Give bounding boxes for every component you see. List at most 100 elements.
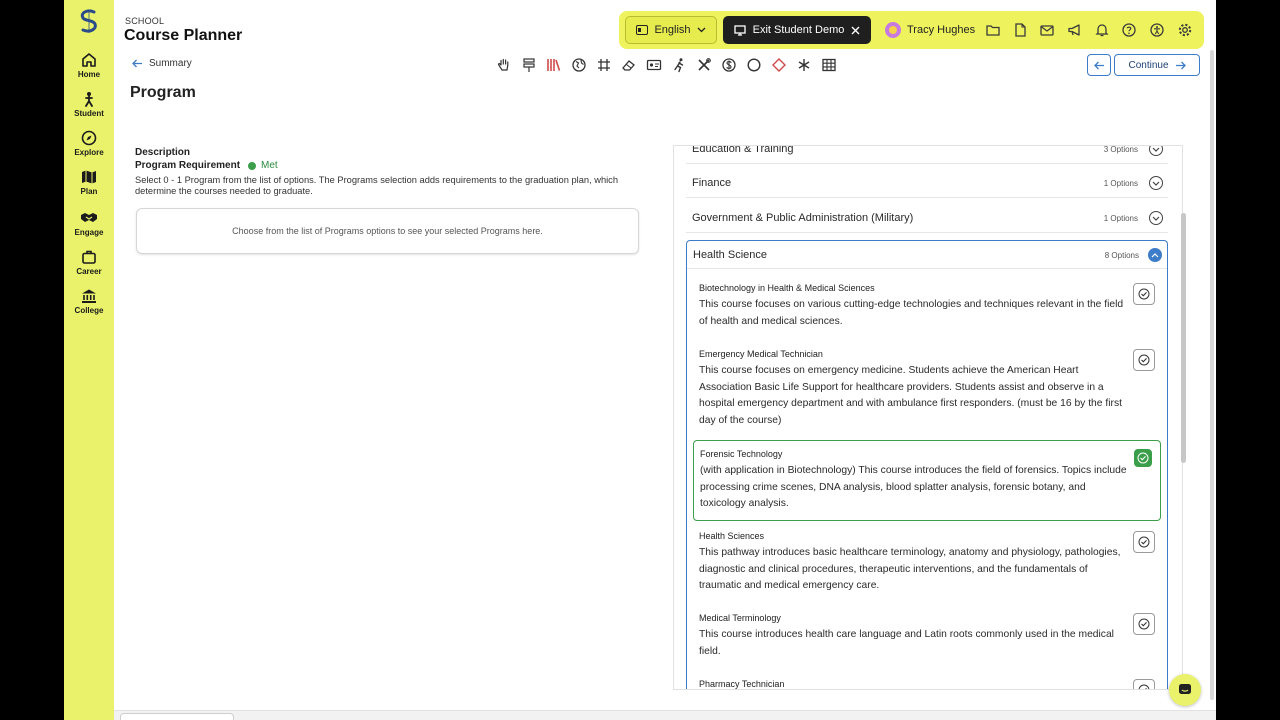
sidebar-item-plan[interactable]: Plan bbox=[64, 169, 114, 207]
sidebar-item-label: Career bbox=[76, 267, 102, 276]
sidebar-item-label: Engage bbox=[74, 228, 104, 237]
folder-icon[interactable] bbox=[985, 22, 1001, 38]
program-options-list[interactable]: Education & Training 3 Options Finance 1… bbox=[673, 145, 1183, 690]
bottom-tab[interactable] bbox=[120, 713, 234, 720]
chat-button[interactable] bbox=[1169, 674, 1201, 706]
institution-icon bbox=[82, 289, 96, 303]
category-finance[interactable]: Finance 1 Options bbox=[686, 168, 1168, 198]
select-option-button[interactable] bbox=[1133, 349, 1155, 371]
exit-student-demo-button[interactable]: Exit Student Demo bbox=[723, 16, 871, 44]
chevron-down-icon[interactable] bbox=[1149, 146, 1163, 156]
home-icon bbox=[82, 53, 96, 67]
arrow-left-icon bbox=[1093, 61, 1104, 69]
option-title: Forensic Technology bbox=[700, 449, 783, 459]
accessibility-icon[interactable] bbox=[1149, 22, 1165, 38]
category-education-training[interactable]: Education & Training 3 Options bbox=[686, 145, 1168, 164]
category-count: 1 Options bbox=[1103, 214, 1138, 223]
chat-icon bbox=[1179, 684, 1191, 694]
page-title: Program bbox=[130, 84, 196, 101]
gear-icon[interactable] bbox=[1177, 22, 1193, 38]
courses-icon[interactable] bbox=[521, 57, 537, 73]
category-government[interactable]: Government & Public Administration (Mili… bbox=[686, 203, 1168, 233]
selected-programs-box: Choose from the list of Programs options… bbox=[136, 208, 639, 254]
app-title: Course Planner bbox=[124, 27, 243, 44]
section-toolbar bbox=[496, 57, 837, 75]
list-item: Biotechnology in Health & Medical Scienc… bbox=[693, 275, 1161, 337]
select-option-button[interactable] bbox=[1133, 283, 1155, 305]
running-icon[interactable] bbox=[671, 57, 687, 73]
document-icon[interactable] bbox=[1012, 22, 1028, 38]
sidebar-item-engage[interactable]: Engage bbox=[64, 210, 114, 248]
language-select[interactable]: English bbox=[625, 16, 717, 44]
circle-icon[interactable] bbox=[746, 57, 762, 73]
arrow-left-icon bbox=[132, 59, 142, 68]
continue-button[interactable]: Continue bbox=[1114, 54, 1200, 76]
continue-label: Continue bbox=[1128, 59, 1169, 71]
course-planner-app: Home Student Explore Plan Engage Career … bbox=[64, 0, 1216, 720]
check-circle-icon bbox=[1138, 354, 1150, 366]
id-card-icon[interactable] bbox=[646, 57, 662, 73]
student-icon bbox=[85, 92, 93, 107]
diamond-icon[interactable] bbox=[771, 57, 787, 73]
screen-border-left bbox=[0, 0, 64, 720]
dollar-icon[interactable] bbox=[721, 57, 737, 73]
bell-icon[interactable] bbox=[1094, 22, 1110, 38]
sidebar-item-student[interactable]: Student bbox=[64, 91, 114, 129]
list-item: Emergency Medical Technician This course… bbox=[693, 341, 1161, 435]
category-count: 1 Options bbox=[1103, 179, 1138, 188]
tools-icon[interactable] bbox=[696, 57, 712, 73]
eraser-icon[interactable] bbox=[621, 57, 637, 73]
list-item-selected: Forensic Technology (with application in… bbox=[693, 440, 1161, 521]
sidebar-item-career[interactable]: Career bbox=[64, 249, 114, 287]
check-circle-icon bbox=[1138, 684, 1150, 689]
select-option-button[interactable] bbox=[1133, 679, 1155, 689]
close-icon bbox=[851, 26, 860, 34]
requirement-label: Program Requirement bbox=[135, 160, 241, 171]
sidebar-item-home[interactable]: Home bbox=[64, 52, 114, 90]
option-title: Medical Terminology bbox=[699, 613, 781, 623]
chevron-down-icon bbox=[697, 27, 705, 33]
check-circle-icon bbox=[1138, 618, 1150, 630]
globe-icon[interactable] bbox=[571, 57, 587, 73]
category-name: Education & Training bbox=[692, 145, 794, 155]
category-count: 8 Options bbox=[1104, 251, 1139, 260]
check-circle-icon bbox=[1137, 452, 1149, 464]
translate-icon bbox=[636, 25, 649, 35]
hand-icon[interactable] bbox=[496, 57, 512, 73]
handshake-icon bbox=[81, 213, 97, 222]
list-scrollbar[interactable] bbox=[1181, 213, 1186, 463]
back-to-summary-link[interactable]: Summary bbox=[132, 58, 192, 69]
sidebar-item-explore[interactable]: Explore bbox=[64, 130, 114, 168]
sidebar-item-label: College bbox=[74, 306, 104, 315]
help-icon[interactable] bbox=[1121, 22, 1137, 38]
page-scrollbar[interactable] bbox=[1210, 50, 1214, 700]
chevron-down-icon[interactable] bbox=[1149, 176, 1163, 190]
category-header[interactable]: Health Science 8 Options bbox=[687, 241, 1167, 269]
list-item: Health Sciences This pathway introduces … bbox=[693, 523, 1161, 603]
megaphone-icon[interactable] bbox=[1067, 22, 1083, 38]
check-circle-icon bbox=[1138, 536, 1150, 548]
asterisk-icon[interactable] bbox=[796, 57, 812, 73]
option-description: (with application in Biotechnology) This… bbox=[700, 465, 1127, 509]
table-icon[interactable] bbox=[821, 57, 837, 73]
select-option-button[interactable] bbox=[1133, 613, 1155, 635]
sidebar-item-college[interactable]: College bbox=[64, 288, 114, 326]
sidebar-item-label: Plan bbox=[80, 187, 98, 196]
selected-option-button[interactable] bbox=[1134, 449, 1152, 467]
language-label: English bbox=[654, 24, 691, 36]
select-option-button[interactable] bbox=[1133, 531, 1155, 553]
books-icon[interactable] bbox=[546, 57, 562, 73]
avatar bbox=[885, 22, 901, 38]
previous-step-button[interactable] bbox=[1087, 54, 1111, 76]
empty-state-message: Choose from the list of Programs options… bbox=[232, 226, 543, 236]
check-circle-icon bbox=[1138, 288, 1150, 300]
user-menu[interactable]: Tracy Hughes bbox=[885, 16, 975, 44]
brand-logo-icon[interactable] bbox=[77, 9, 101, 35]
sidebar: Home Student Explore Plan Engage Career … bbox=[64, 0, 114, 720]
mail-icon[interactable] bbox=[1039, 22, 1055, 38]
grid-hash-icon[interactable] bbox=[596, 57, 612, 73]
option-description: This course focuses on emergency medicin… bbox=[699, 365, 1122, 426]
category-name: Finance bbox=[692, 177, 732, 189]
chevron-up-icon[interactable] bbox=[1148, 248, 1162, 262]
chevron-down-icon[interactable] bbox=[1149, 211, 1163, 225]
